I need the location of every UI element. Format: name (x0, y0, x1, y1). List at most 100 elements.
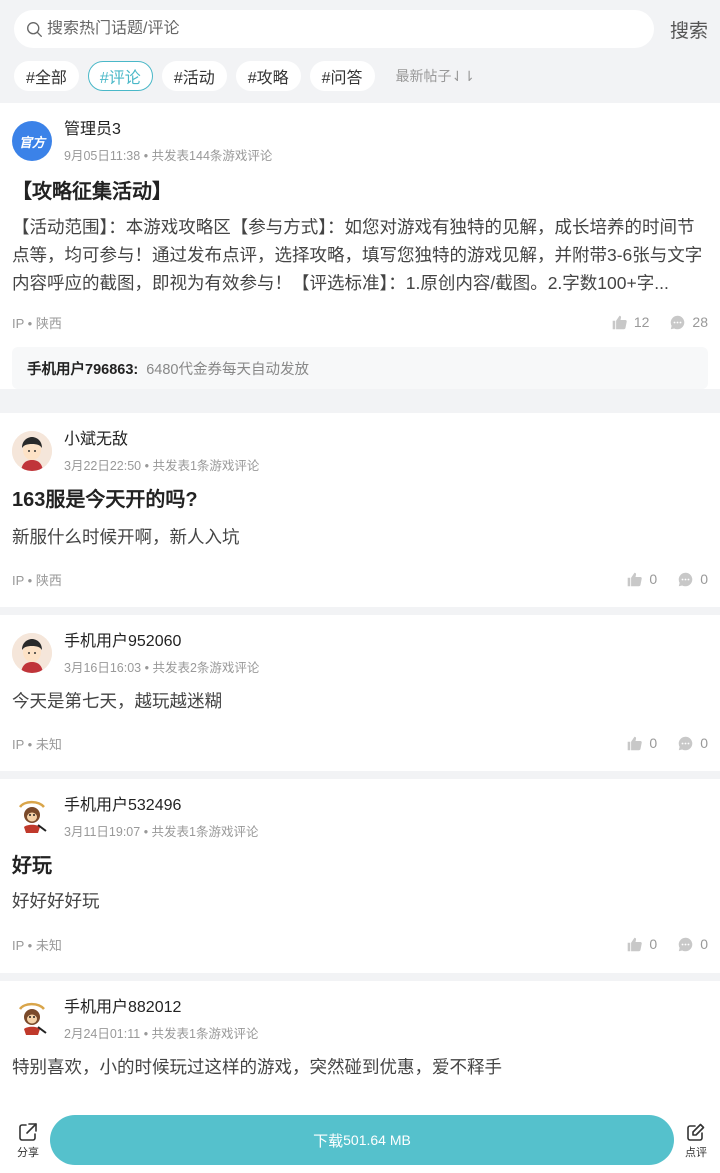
thumb-up-icon (628, 572, 643, 586)
download-button[interactable]: 下载 501.64 MB (50, 1115, 674, 1165)
like-button[interactable]: 0 (626, 571, 657, 588)
comment-button[interactable]: 0 (677, 735, 708, 752)
username[interactable]: 管理员3 (64, 119, 272, 141)
edit-icon (687, 1123, 705, 1141)
like-button[interactable]: 0 (626, 936, 657, 953)
comment-button[interactable]: 28 (669, 314, 708, 331)
comment-icon (678, 736, 693, 750)
username[interactable]: 手机用户532496 (64, 795, 259, 817)
username[interactable]: 小斌无敌 (64, 429, 259, 451)
search-input[interactable] (47, 20, 654, 38)
post-body[interactable]: 新服什么时候开啊，新人入坑 (12, 523, 708, 551)
avatar[interactable] (12, 797, 52, 837)
comment-button[interactable]: 0 (677, 571, 708, 588)
post-footer: IP • 陕西 0 0 (12, 551, 708, 607)
reply-preview[interactable]: 手机用户796863: 6480代金券每天自动发放 (12, 347, 708, 389)
tab-all[interactable]: #全部 (14, 61, 79, 91)
monkey-avatar-icon (12, 797, 52, 837)
like-count: 0 (649, 571, 658, 587)
post-card[interactable]: 小斌无敌 3月22日22:50 • 共发表1条游戏评论 163服是今天开的吗? … (0, 413, 720, 607)
post-body[interactable]: 特别喜欢，小的时候玩过这样的游戏，突然碰到优惠，爱不释手 (12, 1053, 708, 1081)
share-icon (19, 1122, 37, 1141)
post-meta: 3月22日22:50 • 共发表1条游戏评论 (64, 459, 260, 473)
search-row: 搜索 (14, 10, 708, 48)
comment-icon (678, 937, 693, 951)
tab-events[interactable]: #活动 (161, 61, 227, 91)
monkey-avatar-icon (12, 999, 52, 1039)
post-card[interactable]: 手机用户532496 3月11日19:07 • 共发表1条游戏评论 好玩 好好好… (0, 779, 720, 973)
post-stats: 0 0 (606, 571, 708, 588)
post-count: 共发表2条游戏评论 (152, 661, 260, 675)
thumb-up-icon (628, 937, 643, 951)
like-count: 0 (649, 936, 658, 952)
like-count: 12 (633, 314, 650, 330)
post-title[interactable]: 【攻略征集活动】 (12, 177, 708, 207)
post-count: 共发表144条游戏评论 (151, 149, 273, 163)
username[interactable]: 手机用户952060 (64, 631, 259, 653)
post-count: 共发表1条游戏评论 (152, 459, 260, 473)
user-avatar-icon (12, 633, 52, 673)
reply-text: 6480代金券每天自动发放 (146, 361, 309, 378)
post-footer: IP • 未知 0 0 (12, 715, 708, 771)
avatar[interactable] (12, 633, 52, 673)
tab-bar: #全部 #评论 #活动 #攻略 #问答 最新帖子⇃⇂ (14, 60, 708, 92)
tab-qa[interactable]: #问答 (309, 61, 375, 91)
post-title[interactable]: 好玩 (12, 851, 708, 881)
post-stats: 0 0 (606, 735, 708, 752)
comment-count: 0 (700, 735, 708, 751)
like-count: 0 (649, 735, 658, 751)
post-body[interactable]: 【活动范围】：本游戏攻略区【参与方式】：如您对游戏有独特的见解，成长培养的时间节… (12, 213, 708, 297)
post-card[interactable]: 官方 管理员3 9月05日11:38 • 共发表144条游戏评论 【攻略征集活动… (0, 103, 720, 389)
comment-count: 0 (700, 571, 708, 587)
avatar[interactable] (12, 431, 52, 471)
post-time: 3月22日22:50 (64, 459, 142, 473)
post-title[interactable]: 163服是今天开的吗? (12, 485, 708, 515)
post-feed: 官方 管理员3 9月05日11:38 • 共发表144条游戏评论 【攻略征集活动… (0, 103, 720, 1173)
review-button[interactable]: 点评 (678, 1121, 714, 1160)
like-button[interactable]: 12 (611, 314, 650, 331)
post-meta: 9月05日11:38 • 共发表144条游戏评论 (64, 149, 273, 163)
sort-selector[interactable]: 最新帖子⇃⇂ (396, 66, 475, 86)
post-body[interactable]: 今天是第七天，越玩越迷糊 (12, 687, 708, 715)
avatar[interactable] (12, 999, 52, 1039)
post-meta: 3月11日19:07 • 共发表1条游戏评论 (64, 825, 259, 839)
post-time: 9月05日11:38 (64, 149, 141, 163)
review-label: 点评 (685, 1146, 707, 1159)
post-time: 3月11日19:07 (64, 825, 141, 839)
download-label: 下载 (313, 1132, 344, 1150)
post-body[interactable]: 好好好好玩 (12, 887, 708, 915)
post-count: 共发表1条游戏评论 (151, 1027, 259, 1041)
post-meta: 2月24日01:11 • 共发表1条游戏评论 (64, 1027, 259, 1041)
post-header: 官方 管理员3 9月05日11:38 • 共发表144条游戏评论 (12, 119, 708, 167)
search-icon (27, 21, 42, 37)
top-bar: 搜索 #全部 #评论 #活动 #攻略 #问答 最新帖子⇃⇂ (0, 0, 720, 103)
post-header: 手机用户952060 3月16日16:03 • 共发表2条游戏评论 (12, 631, 708, 679)
search-box[interactable] (14, 10, 654, 48)
post-time: 3月16日16:03 (64, 661, 142, 675)
ip-location: IP • 未知 (12, 937, 62, 953)
post-count: 共发表1条游戏评论 (151, 825, 259, 839)
search-button[interactable]: 搜索 (664, 16, 708, 43)
post-stats: 0 0 (606, 936, 708, 953)
thumb-up-icon (628, 736, 643, 750)
tab-reviews[interactable]: #评论 (87, 61, 153, 91)
user-avatar-icon (12, 431, 52, 471)
reply-user[interactable]: 手机用户796863: (27, 358, 138, 379)
avatar[interactable]: 官方 (12, 121, 52, 161)
share-button[interactable]: 分享 (10, 1121, 46, 1160)
post-footer: IP • 陕西 12 28 (12, 297, 708, 347)
comment-icon (678, 572, 693, 586)
comment-button[interactable]: 0 (677, 936, 708, 953)
ip-location: IP • 陕西 (12, 572, 62, 588)
comment-icon (671, 315, 685, 329)
comment-count: 0 (700, 936, 708, 952)
post-footer: IP • 未知 0 0 (12, 915, 708, 973)
official-badge-text: 官方 (18, 134, 45, 150)
like-button[interactable]: 0 (626, 735, 657, 752)
post-header: 手机用户532496 3月11日19:07 • 共发表1条游戏评论 (12, 795, 708, 843)
post-card[interactable]: 手机用户952060 3月16日16:03 • 共发表2条游戏评论 今天是第七天… (0, 615, 720, 771)
comment-count: 28 (692, 314, 708, 330)
bottom-action-bar: 分享 下载 501.64 MB 点评 (0, 1107, 720, 1173)
username[interactable]: 手机用户882012 (64, 997, 259, 1019)
tab-guides[interactable]: #攻略 (235, 61, 301, 91)
